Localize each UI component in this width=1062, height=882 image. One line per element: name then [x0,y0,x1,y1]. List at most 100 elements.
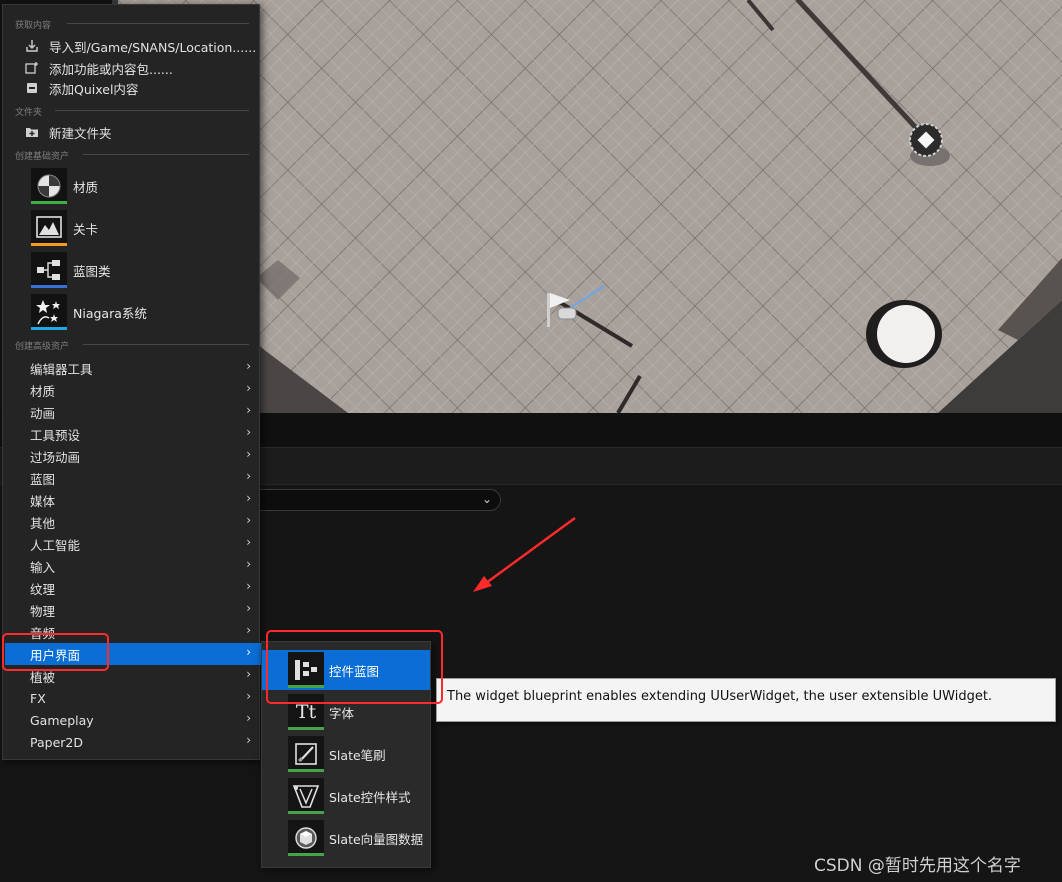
chevron-right-icon: › [246,403,251,417]
category-label: 动画 [30,405,56,421]
add-quixel-item[interactable]: 添加Quixel内容 [25,78,255,98]
category-user-interface[interactable]: 用户界面 › [5,643,261,665]
category-animation[interactable]: 动画 › [5,401,261,423]
font-icon: Tt [288,694,324,730]
slate-brush-icon [288,736,324,772]
category-artificial-intelligence[interactable]: 人工智能 › [5,533,261,555]
blueprint-class-icon [31,252,67,288]
add-asset-context-menu: 获取内容 导入到/Game/SNANS/Location...... 添加功能或… [2,4,261,760]
import-label: 导入到/Game/SNANS/Location...... [49,39,257,55]
chevron-right-icon: › [246,425,251,439]
chevron-right-icon: › [246,601,251,615]
section-header-get-content: 获取内容 [15,21,52,31]
category-media[interactable]: 媒体 › [5,489,261,511]
category-input[interactable]: 输入 › [5,555,261,577]
widget-blueprint-icon [288,652,324,688]
basic-asset-material[interactable]: 材质 [31,166,251,206]
level-icon [31,210,67,246]
category-audio[interactable]: 音频 › [5,621,261,643]
submenu-item-font[interactable]: Tt 字体 [262,692,430,732]
submenu-item-slate-brush[interactable]: Slate笔刷 [262,734,430,774]
category-label: Paper2D [30,734,83,750]
category-label: 材质 [30,383,56,399]
category-material[interactable]: 材质 › [5,379,261,401]
add-feature-pack-icon [25,61,39,75]
category-physics[interactable]: 物理 › [5,599,261,621]
category-paper2d[interactable]: Paper2D › [5,731,261,753]
material-sphere-icon [31,168,67,204]
quixel-icon [25,81,39,95]
category-editor-utilities[interactable]: 编辑器工具 › [5,357,261,379]
category-miscellaneous[interactable]: 其他 › [5,511,261,533]
chevron-right-icon: › [246,733,251,747]
new-folder-icon [25,125,39,139]
category-fx[interactable]: FX › [5,687,261,709]
category-texture[interactable]: 纹理 › [5,577,261,599]
slate-widget-style-icon [288,778,324,814]
category-label: 纹理 [30,581,56,597]
import-icon [25,39,39,53]
category-label: 音频 [30,625,56,641]
submenu-item-label: Slate控件样式 [329,789,411,805]
new-folder-label: 新建文件夹 [49,125,112,141]
category-label: 输入 [30,559,56,575]
import-menu-item[interactable]: 导入到/Game/SNANS/Location...... [25,36,257,56]
basic-asset-niagara-system-label: Niagara系统 [73,305,147,321]
basic-asset-material-label: 材质 [73,179,99,195]
section-header-create-basic: 创建基础资产 [15,152,70,162]
category-label: 编辑器工具 [30,361,93,377]
chevron-down-icon: ⌄ [481,492,492,506]
category-label: 人工智能 [30,537,81,553]
section-header-folder: 文件夹 [15,108,43,118]
chevron-right-icon: › [246,557,251,571]
submenu-item-label: 字体 [329,705,355,721]
chevron-right-icon: › [246,579,251,593]
category-label: 工具预设 [30,427,81,443]
submenu-item-label: Slate笔刷 [329,747,386,763]
annotation-arrow [473,516,576,592]
watermark: CSDN @暂时先用这个名字 [814,856,1021,876]
category-tool-presets[interactable]: 工具预设 › [5,423,261,445]
submenu-item-label: Slate向量图数据 [329,831,424,847]
category-label: 蓝图 [30,471,56,487]
submenu-item-widget-blueprint[interactable]: 控件蓝图 [262,650,430,690]
chevron-right-icon: › [246,359,251,373]
submenu-item-slate-widget-style[interactable]: Slate控件样式 [262,776,430,816]
category-label: 其他 [30,515,56,531]
add-feature-pack-label: 添加功能或内容包...... [49,61,173,77]
category-label: 媒体 [30,493,56,509]
basic-asset-level[interactable]: 关卡 [31,208,251,248]
category-label: 用户界面 [30,647,81,663]
category-cinematics[interactable]: 过场动画 › [5,445,261,467]
submenu-item-slate-vector-art[interactable]: Slate向量图数据 [262,818,430,858]
tooltip-text: The widget blueprint enables extending U… [447,689,993,704]
chevron-right-icon: › [246,381,251,395]
chevron-right-icon: › [246,491,251,505]
category-label: 植被 [30,669,56,685]
chevron-right-icon: › [246,469,251,483]
chevron-right-icon: › [246,667,251,681]
category-label: 过场动画 [30,449,81,465]
category-foliage[interactable]: 植被 › [5,665,261,687]
chevron-right-icon: › [246,689,251,703]
basic-asset-level-label: 关卡 [73,221,99,237]
basic-asset-niagara-system[interactable]: Niagara系统 [31,292,251,332]
category-blueprint[interactable]: 蓝图 › [5,467,261,489]
add-feature-pack-item[interactable]: 添加功能或内容包...... [25,58,255,78]
category-label: 物理 [30,603,56,619]
user-interface-submenu: 控件蓝图 Tt 字体 Slate笔刷 Slate控件样式 Slate向量图数据 [261,641,431,868]
niagara-system-icon [31,294,67,330]
basic-asset-blueprint-class-label: 蓝图类 [73,263,111,279]
category-label: Gameplay [30,712,94,728]
sphere-mesh [877,305,935,363]
chevron-right-icon: › [246,535,251,549]
basic-asset-blueprint-class[interactable]: 蓝图类 [31,250,251,290]
chevron-right-icon: › [246,645,251,659]
widget-blueprint-tooltip: The widget blueprint enables extending U… [436,678,1056,722]
submenu-item-label: 控件蓝图 [329,663,380,679]
chevron-right-icon: › [246,513,251,527]
category-gameplay[interactable]: Gameplay › [5,709,261,731]
section-header-create-advanced: 创建高级资产 [15,342,70,352]
new-folder-item[interactable]: 新建文件夹 [25,122,255,142]
chevron-right-icon: › [246,623,251,637]
